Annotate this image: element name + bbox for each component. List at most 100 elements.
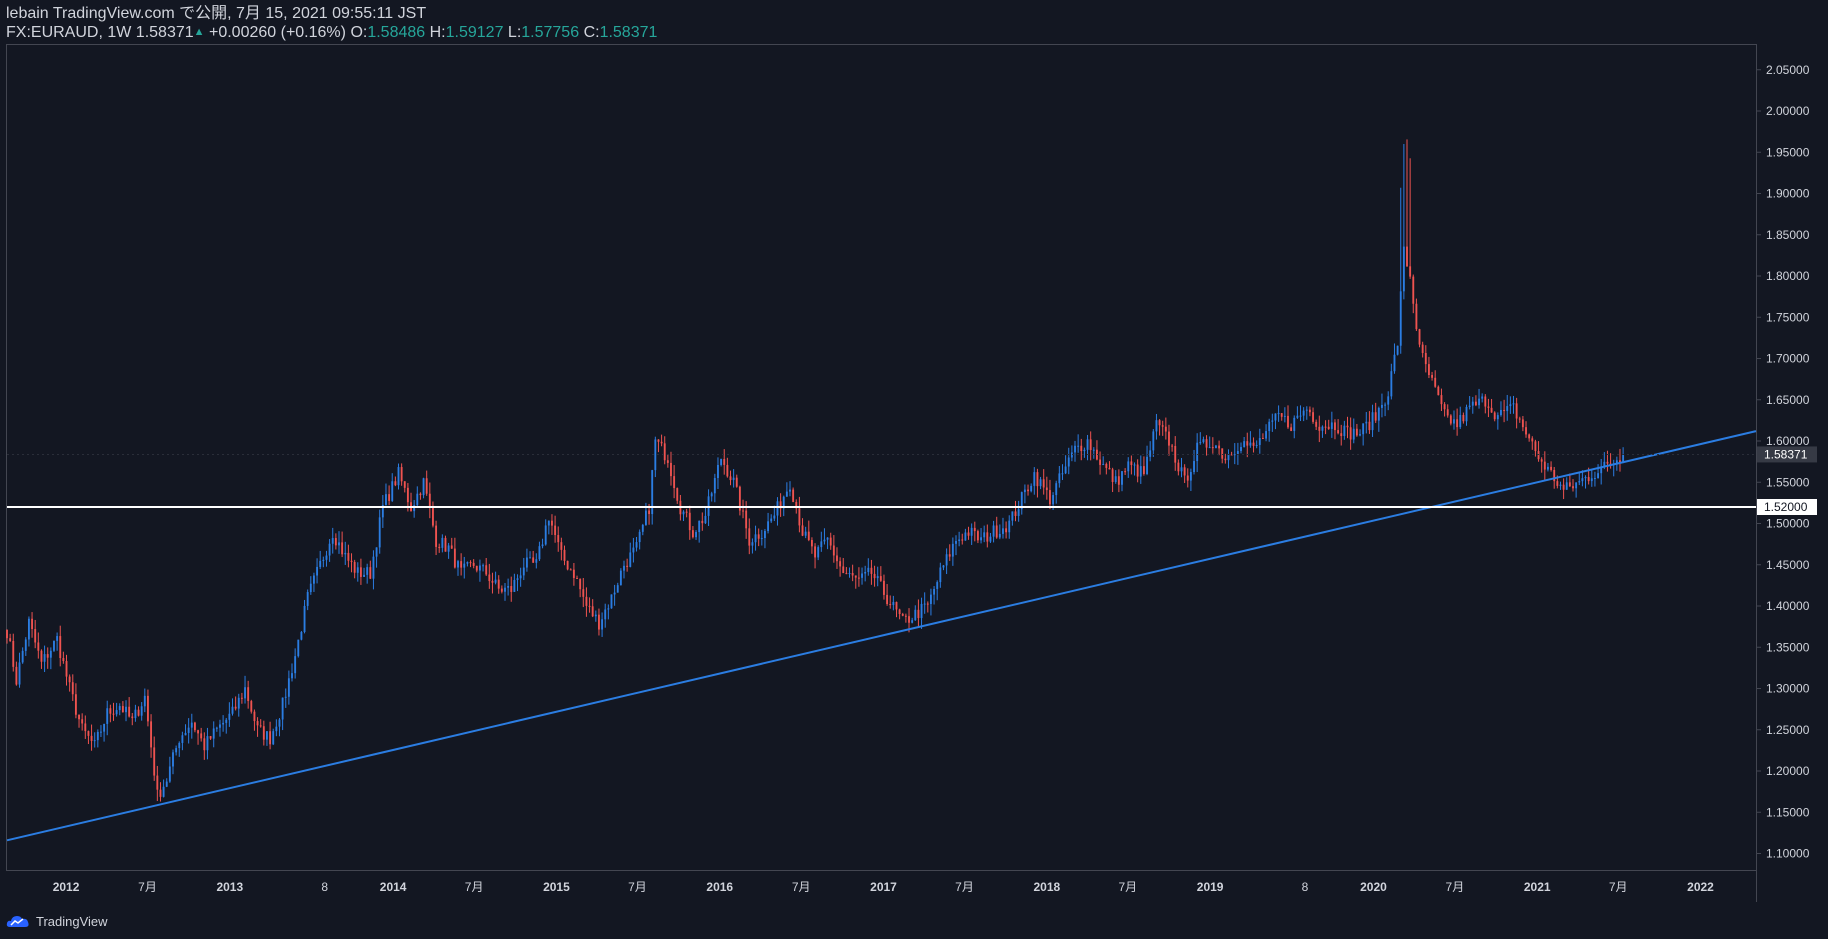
candle-body: [554, 525, 557, 536]
candle-body: [1540, 459, 1543, 462]
candle-body: [1418, 329, 1421, 345]
candle-body: [1421, 344, 1424, 354]
candle-body: [494, 579, 497, 583]
candle-body: [532, 557, 535, 563]
candle-body: [607, 608, 610, 610]
candle-body: [764, 531, 766, 539]
candle-body: [278, 719, 281, 727]
price-chart[interactable]: 2.05000 2.00000 1.95000 1.90000 1.85000 1.800…: [0, 0, 1828, 939]
candle-body: [219, 724, 221, 728]
candle-body: [767, 521, 770, 532]
candle-body: [742, 510, 744, 512]
candle-body: [798, 508, 801, 526]
time-axis[interactable]: 2012 7月 2013 8 2014 7月 2015 7月 2016 7月 2017 7月 2018 7…: [53, 880, 1714, 894]
symbol[interactable]: FX:EURAUD, 1W: [6, 24, 131, 41]
candle-body: [37, 642, 40, 651]
candle-body: [1490, 407, 1493, 413]
candle-body: [93, 740, 96, 742]
candle-body: [823, 539, 826, 542]
candle-body: [610, 594, 613, 609]
candle-body: [641, 524, 644, 532]
candle-body: [1572, 486, 1574, 489]
candle-body: [1099, 459, 1102, 465]
candle-body: [1593, 478, 1596, 480]
candle-body: [1083, 449, 1086, 452]
candle-body: [836, 555, 838, 562]
candle-body: [1575, 482, 1578, 489]
candle-body: [1299, 415, 1302, 417]
candle-body: [450, 545, 453, 549]
candle-body: [917, 609, 920, 619]
candle-body: [1243, 441, 1246, 448]
trend-line[interactable]: [6, 430, 1757, 842]
candle-body: [1412, 276, 1415, 304]
drawings[interactable]: [6, 430, 1757, 842]
candle-body: [923, 603, 926, 605]
candle-body: [1268, 421, 1271, 432]
x-tick-label: 7月: [628, 880, 647, 894]
x-tick-label: 2018: [1033, 880, 1060, 894]
candle-body: [309, 583, 312, 593]
candle-body: [453, 548, 456, 568]
candle-body: [162, 786, 165, 797]
candle-body: [685, 511, 688, 513]
candle-body: [892, 601, 895, 606]
candle-body: [1562, 484, 1565, 490]
candle-body: [228, 713, 231, 720]
candle-body: [1525, 427, 1527, 435]
candle-body: [1014, 511, 1017, 516]
candle-body: [920, 603, 923, 619]
candle-body: [688, 512, 691, 531]
candle-body: [908, 616, 910, 623]
candle-body: [287, 678, 290, 697]
candle-body: [717, 464, 719, 479]
candle-body: [291, 673, 293, 679]
candle-body: [745, 510, 748, 529]
candle-body: [1427, 364, 1430, 376]
candle-body: [1186, 475, 1189, 481]
candle-body: [1240, 447, 1242, 452]
candle-body: [1500, 409, 1502, 416]
candle-body: [1374, 412, 1377, 421]
footer-brand[interactable]: TradingView: [6, 910, 108, 932]
candle-body: [403, 481, 406, 488]
candle-body: [303, 605, 306, 633]
candle-body: [106, 708, 109, 724]
candle-body: [1246, 441, 1249, 446]
candle-body: [1556, 481, 1559, 486]
candle-body: [435, 525, 438, 547]
candle-body: [942, 565, 945, 568]
candle-body: [729, 476, 732, 481]
candle-body: [1077, 445, 1080, 447]
candle-body: [1133, 464, 1136, 466]
candle-body: [488, 574, 491, 582]
candle-body: [551, 520, 553, 526]
x-tick-label: 8: [321, 880, 328, 894]
candle-body: [281, 697, 284, 720]
candle-body: [817, 547, 820, 558]
candle-body: [137, 709, 140, 716]
candle-body: [266, 731, 268, 740]
candle-body: [1208, 447, 1211, 449]
candle-body: [1468, 405, 1471, 407]
candle-body: [829, 537, 832, 546]
candle-body: [930, 594, 932, 604]
candle-body: [1587, 477, 1590, 482]
candle-body: [347, 552, 350, 561]
candle-body: [560, 542, 563, 550]
candle-body: [1584, 477, 1587, 479]
y-tick-label: 2.00000: [1766, 104, 1810, 118]
candle-body: [1155, 420, 1158, 432]
candle-body: [648, 510, 651, 515]
candle-body: [59, 636, 62, 658]
candle-body: [1355, 428, 1358, 436]
candle-body: [547, 520, 550, 526]
candle-body: [1346, 425, 1349, 428]
candle-body: [1158, 420, 1161, 426]
candle-body: [234, 706, 237, 709]
candle-body: [832, 545, 835, 556]
candle-body: [898, 609, 901, 615]
candle-body: [422, 478, 425, 496]
candle-body: [1431, 375, 1434, 378]
candle-body: [90, 735, 93, 741]
